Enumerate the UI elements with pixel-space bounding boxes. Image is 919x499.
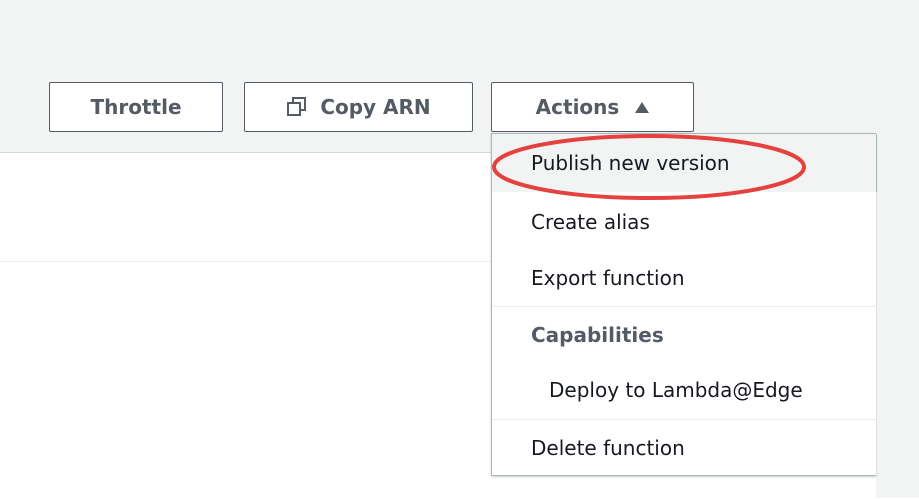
menu-item-deploy-to-lambda-edge[interactable]: Deploy to Lambda@Edge [492, 361, 877, 419]
right-gutter [876, 152, 919, 498]
panel-divider [0, 261, 490, 262]
caret-up-icon [635, 101, 650, 113]
menu-item-publish-new-version[interactable]: Publish new version [492, 134, 877, 192]
copy-arn-button-label: Copy ARN [320, 95, 431, 119]
actions-dropdown-menu: Publish new version Create alias Export … [491, 133, 877, 476]
menu-item-delete-function[interactable]: Delete function [492, 420, 877, 476]
menu-group-heading-label: Capabilities [531, 323, 664, 347]
actions-button[interactable]: Actions [491, 82, 694, 132]
throttle-button-label: Throttle [90, 95, 182, 119]
menu-item-create-alias[interactable]: Create alias [492, 194, 877, 250]
menu-item-label: Export function [531, 266, 685, 290]
menu-item-label: Deploy to Lambda@Edge [549, 378, 803, 402]
copy-arn-button[interactable]: Copy ARN [244, 82, 473, 132]
actions-button-label: Actions [535, 95, 620, 119]
throttle-button[interactable]: Throttle [49, 82, 223, 132]
menu-item-label: Delete function [531, 436, 685, 460]
menu-item-export-function[interactable]: Export function [492, 250, 877, 306]
menu-group-heading-capabilities: Capabilities [492, 307, 877, 363]
menu-item-label: Publish new version [531, 151, 730, 175]
menu-item-label: Create alias [531, 210, 650, 234]
copy-icon [286, 96, 308, 118]
